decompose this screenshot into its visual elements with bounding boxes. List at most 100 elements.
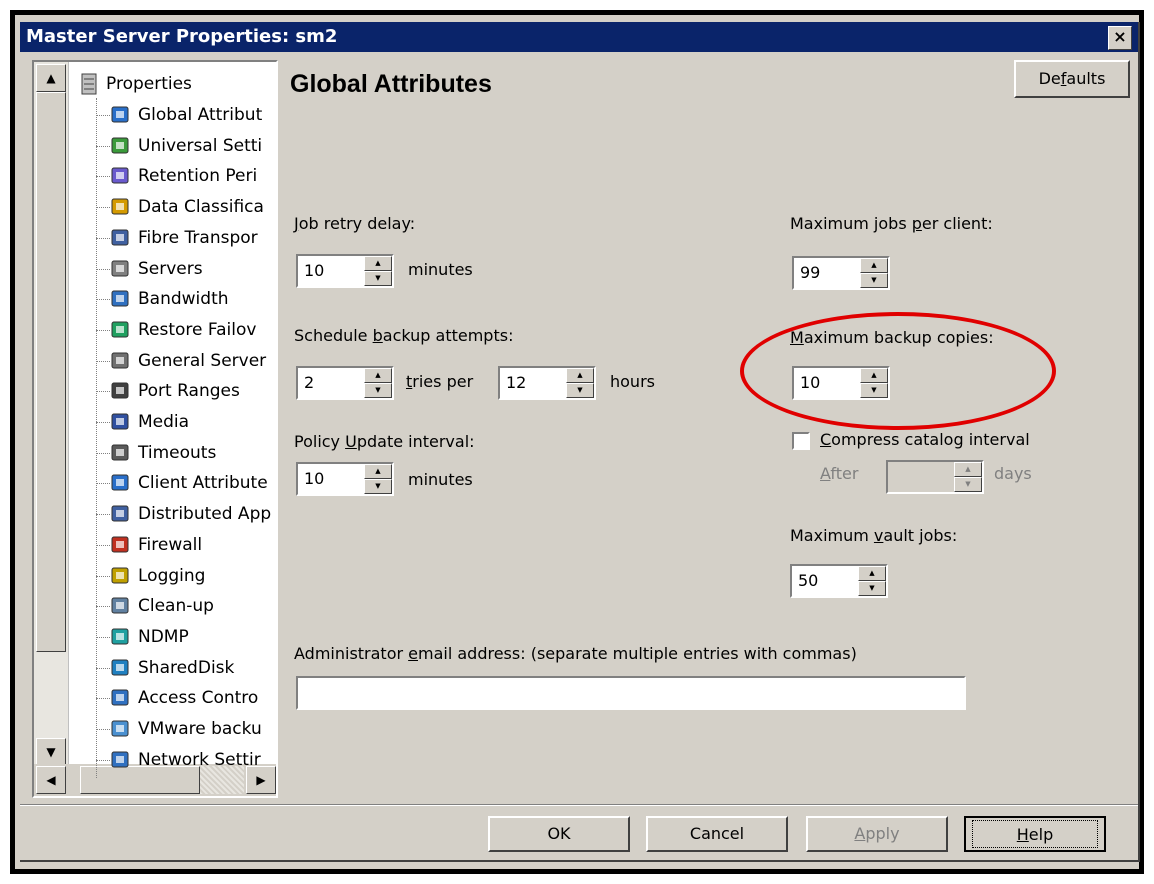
tree-item-label: Access Contro bbox=[138, 688, 259, 709]
spin-up-icon[interactable]: ▲ bbox=[566, 368, 594, 383]
spin-down-icon[interactable]: ▼ bbox=[364, 383, 392, 398]
spin-down-icon[interactable]: ▼ bbox=[858, 581, 886, 596]
max-vault-jobs-spinner[interactable]: 50 ▲ ▼ bbox=[790, 564, 888, 598]
tree-item[interactable]: Global Attribut bbox=[110, 100, 262, 130]
tree-item-label: Client Attribute bbox=[138, 473, 268, 494]
help-u: H bbox=[1016, 825, 1029, 844]
network-settings-icon bbox=[110, 749, 132, 771]
after-label: After bbox=[820, 464, 858, 483]
ok-button[interactable]: OK bbox=[488, 816, 630, 852]
scroll-left-button[interactable]: ◀ bbox=[36, 766, 66, 794]
tree-root-properties[interactable]: Properties bbox=[78, 70, 192, 98]
general-server-icon bbox=[110, 350, 132, 372]
tree-item[interactable]: Retention Peri bbox=[110, 161, 257, 191]
tree-item[interactable]: Access Contro bbox=[110, 683, 258, 713]
clean-up-icon bbox=[110, 595, 132, 617]
policy-update-spinner[interactable]: 10 ▲ ▼ bbox=[296, 462, 394, 496]
tree-connector-branch bbox=[96, 360, 110, 362]
tree-item[interactable]: Logging bbox=[110, 561, 205, 591]
tree-item[interactable]: SharedDisk bbox=[110, 653, 234, 683]
hours-spinner[interactable]: 12 ▲ ▼ bbox=[498, 366, 596, 400]
compress-post: ompress catalog interval bbox=[831, 430, 1030, 449]
tree-connector-branch bbox=[96, 115, 110, 116]
cancel-button[interactable]: Cancel bbox=[646, 816, 788, 852]
scroll-up-button[interactable]: ▲ bbox=[36, 64, 66, 92]
ok-label: OK bbox=[547, 824, 571, 843]
job-retry-delay-value: 10 bbox=[304, 261, 325, 280]
tree-item[interactable]: General Server bbox=[110, 346, 266, 376]
bandwidth-icon bbox=[110, 288, 132, 310]
maxjobs-u: p bbox=[911, 214, 922, 233]
tree-item[interactable]: Distributed App bbox=[110, 499, 271, 529]
spin-up-icon[interactable]: ▲ bbox=[364, 464, 392, 479]
tree-item[interactable]: VMware backu bbox=[110, 714, 262, 744]
retention-icon bbox=[110, 165, 132, 187]
tree-item[interactable]: Data Classifica bbox=[110, 192, 264, 222]
spin-up-icon[interactable]: ▲ bbox=[364, 368, 392, 383]
tree-item[interactable]: NDMP bbox=[110, 622, 189, 652]
sched-pre: Schedule bbox=[294, 326, 373, 345]
policy-update-interval-label: Policy Update interval: bbox=[294, 432, 475, 451]
tree-item-label: Distributed App bbox=[138, 504, 272, 525]
spin-down-icon[interactable]: ▼ bbox=[860, 273, 888, 288]
tree-item-label: Bandwidth bbox=[138, 289, 229, 310]
days-label: days bbox=[994, 464, 1032, 483]
help-button[interactable]: Help bbox=[964, 816, 1106, 852]
email-pre: Administrator bbox=[294, 644, 409, 663]
page-title: Global Attributes bbox=[290, 70, 492, 98]
tree-item[interactable]: Fibre Transpor bbox=[110, 223, 258, 253]
policy-update-value: 10 bbox=[304, 469, 325, 488]
tree-item[interactable]: Firewall bbox=[110, 530, 202, 560]
spin-down-icon[interactable]: ▼ bbox=[364, 271, 392, 286]
job-retry-delay-spinner[interactable]: 10 ▲ ▼ bbox=[296, 254, 394, 288]
tree-item[interactable]: Clean-up bbox=[110, 591, 214, 621]
apply-post: pply bbox=[865, 824, 900, 843]
policy-post: pdate interval: bbox=[356, 432, 475, 451]
defaults-label-c: aults bbox=[1066, 69, 1106, 88]
help-post: elp bbox=[1028, 825, 1054, 844]
tree-item[interactable]: Restore Failov bbox=[110, 315, 256, 345]
spin-down-icon[interactable]: ▼ bbox=[364, 479, 392, 494]
tree-item[interactable]: Servers bbox=[110, 254, 203, 284]
tree-item[interactable]: Timeouts bbox=[110, 438, 216, 468]
tries-spinner[interactable]: 2 ▲ ▼ bbox=[296, 366, 394, 400]
spin-up-icon[interactable]: ▲ bbox=[364, 256, 392, 271]
defaults-button[interactable]: Defaults bbox=[1014, 60, 1130, 98]
spin-up-icon[interactable]: ▲ bbox=[860, 258, 888, 273]
tree-item[interactable]: Port Ranges bbox=[110, 376, 240, 406]
spin-down-icon[interactable]: ▼ bbox=[860, 383, 888, 398]
max-backup-copies-spinner[interactable]: 10 ▲ ▼ bbox=[792, 366, 890, 400]
tree-item[interactable]: Universal Setti bbox=[110, 131, 262, 161]
spin-down-icon[interactable]: ▼ bbox=[566, 383, 594, 398]
job-retry-delay-label: Job retry delay: bbox=[294, 214, 415, 233]
universal-settings-icon bbox=[110, 135, 132, 157]
firewall-icon bbox=[110, 534, 132, 556]
max-jobs-per-client-spinner[interactable]: 99 ▲ ▼ bbox=[792, 256, 890, 290]
close-button[interactable]: × bbox=[1108, 26, 1132, 50]
tree-connector-branch bbox=[96, 391, 110, 393]
tree-item[interactable]: Media bbox=[110, 407, 189, 437]
scroll-down-button[interactable]: ▼ bbox=[36, 738, 66, 766]
tries-per-label: tries per bbox=[406, 372, 473, 391]
servers-icon bbox=[110, 258, 132, 280]
tree-item[interactable]: Network Settir bbox=[110, 745, 261, 775]
max-backup-copies-value: 10 bbox=[800, 373, 821, 392]
compress-catalog-checkbox[interactable] bbox=[792, 432, 810, 450]
tree-item[interactable]: Bandwidth bbox=[110, 284, 229, 314]
tries-value: 2 bbox=[304, 373, 315, 392]
tree-connector-branch bbox=[96, 514, 110, 516]
fibre-transport-icon bbox=[110, 227, 132, 249]
admin-email-input[interactable] bbox=[296, 676, 966, 710]
max-vault-jobs-value: 50 bbox=[798, 571, 819, 590]
footer-separator bbox=[20, 804, 1138, 806]
tree-item-label: VMware backu bbox=[138, 719, 262, 739]
properties-tree[interactable]: ▲ ▼ ◀ ▶ Properties Global Attribut Univer… bbox=[32, 60, 278, 798]
tree-vertical-scrollbar[interactable]: ▲ ▼ bbox=[34, 62, 69, 768]
logging-icon bbox=[110, 565, 132, 587]
tree-connector-branch bbox=[96, 698, 110, 700]
spin-up-icon[interactable]: ▲ bbox=[858, 566, 886, 581]
tree-item[interactable]: Client Attribute bbox=[110, 468, 268, 498]
scroll-thumb[interactable] bbox=[36, 92, 66, 652]
spin-up-icon[interactable]: ▲ bbox=[860, 368, 888, 383]
tree-connector-branch bbox=[96, 636, 110, 638]
